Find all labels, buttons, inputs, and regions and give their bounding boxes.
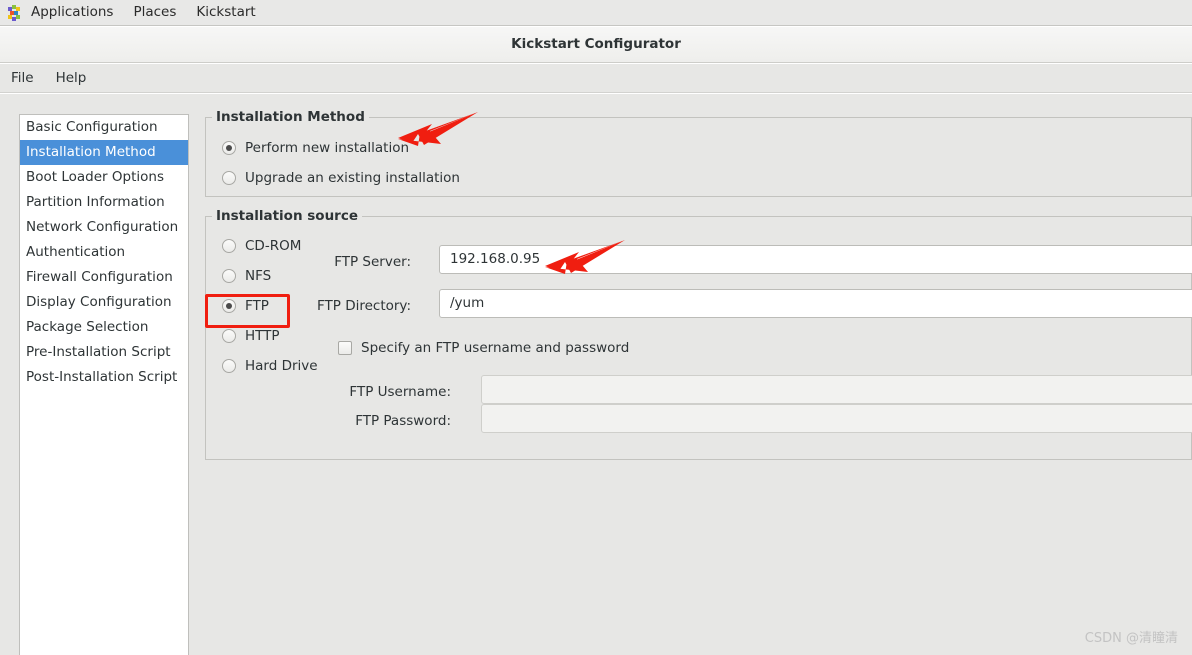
radio-button-icon[interactable] — [222, 171, 236, 185]
checkbox-specify-ftp-credentials[interactable]: Specify an FTP username and password — [338, 340, 629, 356]
radio-upgrade-existing-installation[interactable]: Upgrade an existing installation — [222, 170, 460, 186]
installation-source-group-title: Installation source — [212, 208, 363, 224]
ftp-username-input[interactable] — [481, 375, 1192, 404]
menu-file[interactable]: File — [0, 64, 45, 92]
ftp-password-label: FTP Password: — [355, 413, 451, 429]
radio-hard-drive-label: Hard Drive — [245, 358, 318, 374]
menu-bar: File Help — [0, 64, 1192, 93]
sidebar-item-boot-loader-options[interactable]: Boot Loader Options — [20, 165, 188, 190]
radio-button-icon[interactable] — [222, 269, 236, 283]
sidebar-item-post-installation-script[interactable]: Post-Installation Script — [20, 365, 188, 390]
menu-help[interactable]: Help — [45, 64, 98, 92]
radio-ftp[interactable]: FTP — [222, 298, 269, 314]
radio-cdrom-label: CD-ROM — [245, 238, 302, 254]
sidebar-item-authentication[interactable]: Authentication — [20, 240, 188, 265]
checkbox-icon[interactable] — [338, 341, 352, 355]
radio-cdrom[interactable]: CD-ROM — [222, 238, 301, 254]
sidebar-item-pre-installation-script[interactable]: Pre-Installation Script — [20, 340, 188, 365]
sidebar-item-display-configuration[interactable]: Display Configuration — [20, 290, 188, 315]
ftp-server-label: FTP Server: — [334, 254, 411, 270]
ftp-directory-input[interactable]: /yum — [439, 289, 1192, 318]
radio-hard-drive[interactable]: Hard Drive — [222, 358, 318, 374]
radio-nfs[interactable]: NFS — [222, 268, 271, 284]
radio-ftp-label: FTP — [245, 298, 269, 314]
radio-nfs-label: NFS — [245, 268, 272, 284]
main-content: Basic Configuration Installation Method … — [0, 94, 1192, 655]
sidebar-item-basic-configuration[interactable]: Basic Configuration — [20, 115, 188, 140]
gnome-top-panel: Applications Places Kickstart — [0, 0, 1192, 26]
radio-upgrade-existing-installation-label: Upgrade an existing installation — [245, 170, 460, 186]
panel-applications[interactable]: Applications — [21, 0, 123, 25]
radio-button-icon[interactable] — [222, 359, 236, 373]
sidebar-item-package-selection[interactable]: Package Selection — [20, 315, 188, 340]
radio-perform-new-installation[interactable]: Perform new installation — [222, 140, 409, 156]
radio-http-label: HTTP — [245, 328, 280, 344]
installation-source-group: Installation source CD-ROM NFS FTP HTTP … — [205, 208, 1192, 460]
installation-method-group-title: Installation Method — [212, 109, 369, 125]
ftp-directory-label: FTP Directory: — [317, 298, 411, 314]
panel-places[interactable]: Places — [123, 0, 186, 25]
panel-kickstart[interactable]: Kickstart — [186, 0, 265, 25]
sidebar-item-installation-method[interactable]: Installation Method — [20, 140, 188, 165]
window-title: Kickstart Configurator — [511, 36, 681, 52]
sidebar-item-partition-information[interactable]: Partition Information — [20, 190, 188, 215]
radio-button-icon[interactable] — [222, 141, 236, 155]
ftp-username-label: FTP Username: — [349, 384, 451, 400]
ftp-server-input[interactable]: 192.168.0.95 — [439, 245, 1192, 274]
checkbox-specify-ftp-credentials-label: Specify an FTP username and password — [361, 340, 630, 356]
sidebar-item-firewall-configuration[interactable]: Firewall Configuration — [20, 265, 188, 290]
radio-button-icon[interactable] — [222, 329, 236, 343]
installation-method-group: Installation Method Perform new installa… — [205, 109, 1192, 197]
section-list[interactable]: Basic Configuration Installation Method … — [19, 114, 189, 655]
settings-pane: Installation Method Perform new installa… — [205, 94, 1192, 655]
radio-button-icon[interactable] — [222, 299, 236, 313]
window-title-bar[interactable]: Kickstart Configurator — [0, 27, 1192, 63]
radio-button-icon[interactable] — [222, 239, 236, 253]
radio-perform-new-installation-label: Perform new installation — [245, 140, 410, 156]
watermark: CSDN @清瞳清 — [1084, 631, 1178, 646]
ftp-password-input[interactable] — [481, 404, 1192, 433]
sidebar-item-network-configuration[interactable]: Network Configuration — [20, 215, 188, 240]
radio-http[interactable]: HTTP — [222, 328, 280, 344]
